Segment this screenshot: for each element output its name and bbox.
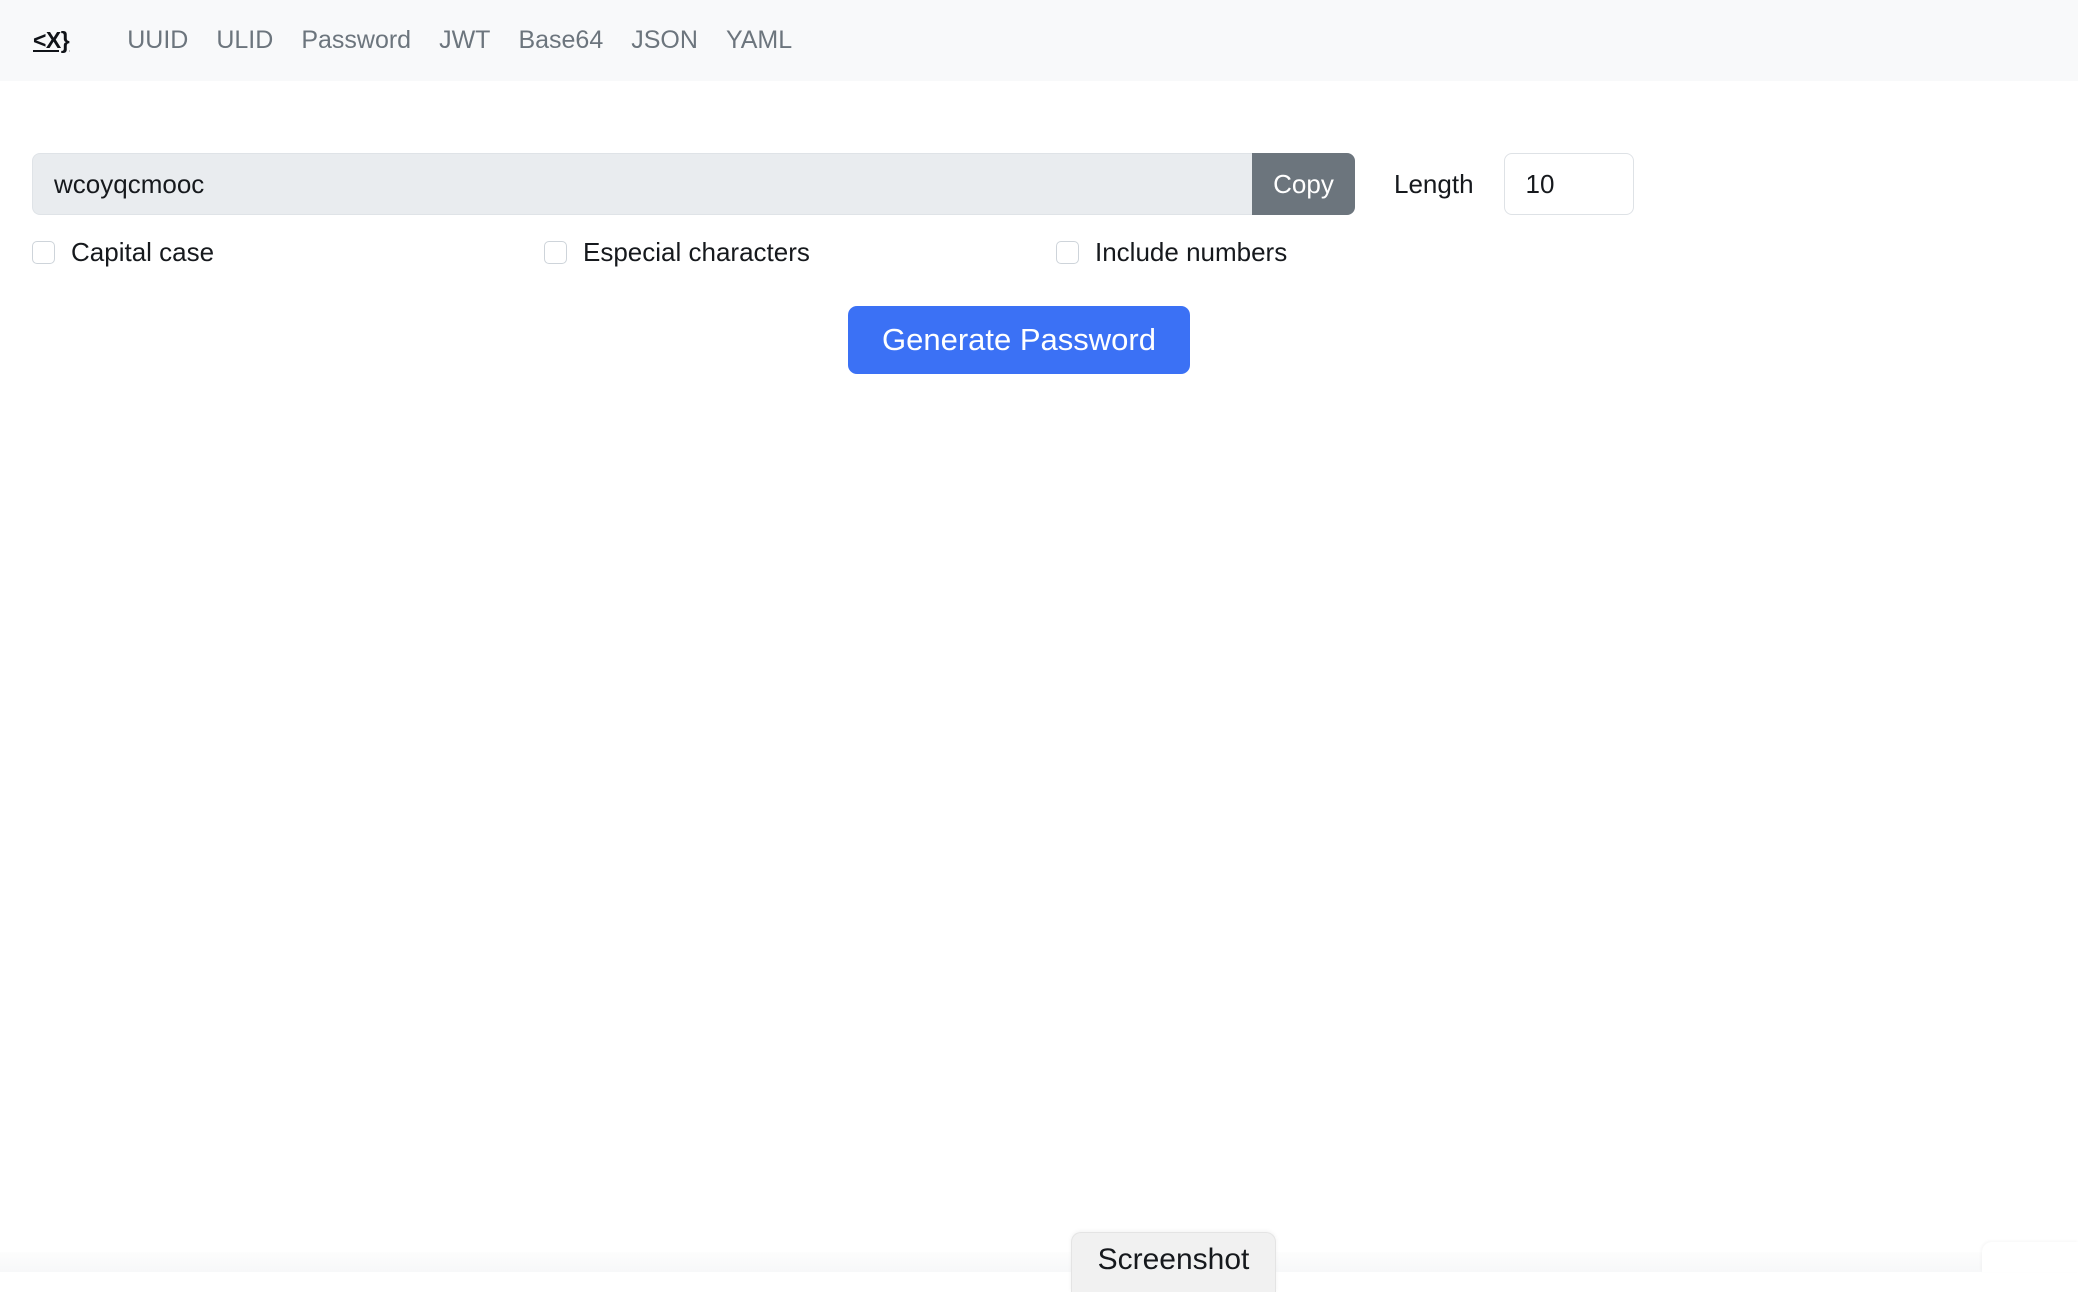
options-row: Capital case Especial characters Include…	[32, 239, 2046, 265]
nav-link-yaml[interactable]: YAML	[712, 28, 806, 53]
checkbox-capital-case[interactable]	[32, 240, 55, 264]
nav-link-base64[interactable]: Base64	[504, 28, 617, 53]
password-row: Copy Length	[32, 153, 2046, 215]
bottom-toolbar-strip	[0, 1252, 2078, 1272]
option-label: Capital case	[71, 237, 215, 267]
nav-link-json[interactable]: JSON	[617, 28, 712, 53]
option-capital-case[interactable]: Capital case	[32, 239, 544, 265]
brand-logo[interactable]: <X}	[33, 29, 70, 52]
checkbox-include-numbers[interactable]	[1056, 240, 1079, 264]
nav-link-ulid[interactable]: ULID	[202, 28, 287, 53]
generate-button-wrap: Generate Password	[32, 306, 2046, 374]
screenshot-button[interactable]: Screenshot	[1071, 1232, 1276, 1292]
length-input[interactable]	[1503, 153, 1634, 215]
nav-link-jwt[interactable]: JWT	[425, 28, 504, 53]
navbar: <X} UUID ULID Password JWT Base64 JSON Y…	[0, 0, 2078, 81]
main-content: Copy Length Capital case Especial charac…	[0, 153, 2078, 374]
nav-link-uuid[interactable]: UUID	[113, 28, 202, 53]
bottom-right-panel-edge	[1982, 1242, 2078, 1272]
option-include-numbers[interactable]: Include numbers	[1056, 239, 1568, 265]
generate-password-button[interactable]: Generate Password	[848, 306, 1190, 374]
option-label: Especial characters	[583, 237, 810, 267]
option-label: Include numbers	[1095, 237, 1288, 267]
nav-link-password[interactable]: Password	[287, 28, 425, 53]
checkbox-especial-characters[interactable]	[544, 240, 567, 264]
password-input-group: Copy	[32, 153, 1355, 215]
length-label: Length	[1394, 169, 1474, 199]
copy-button[interactable]: Copy	[1252, 153, 1355, 215]
primary-nav: UUID ULID Password JWT Base64 JSON YAML	[113, 28, 806, 53]
generated-password-input[interactable]	[32, 153, 1252, 215]
option-especial-characters[interactable]: Especial characters	[544, 239, 1056, 265]
